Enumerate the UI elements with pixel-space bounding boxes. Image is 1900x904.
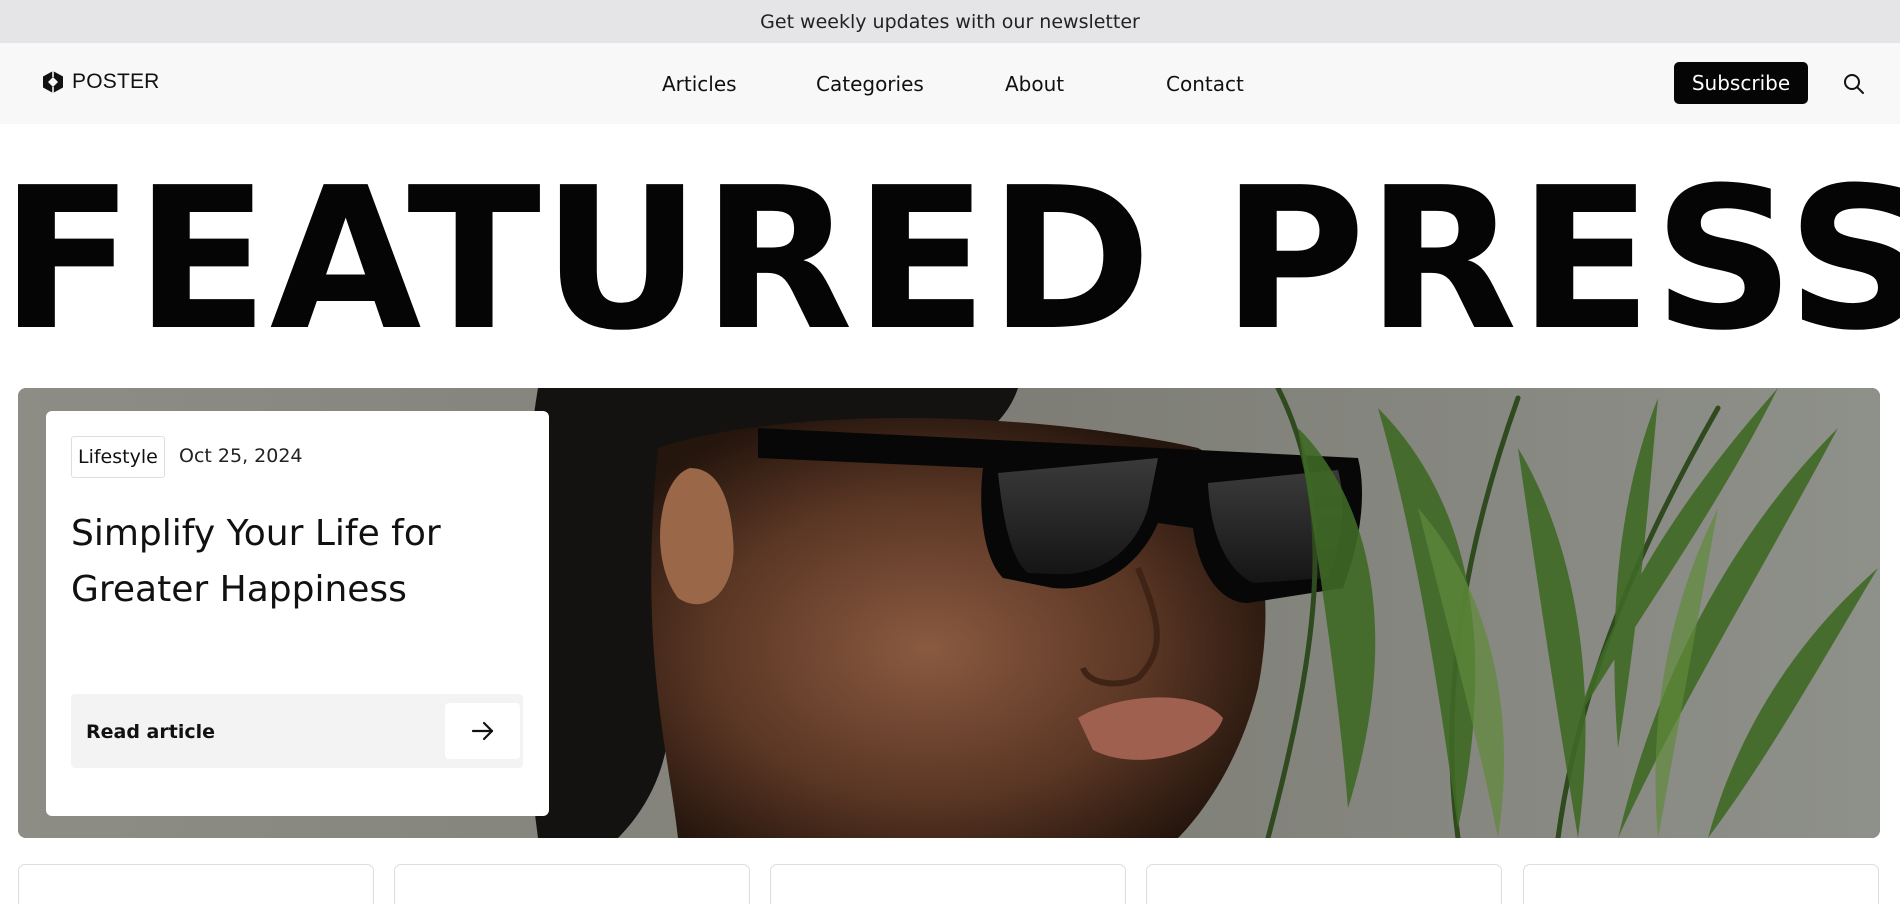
featured-heading: FEATURED PRESS <box>0 146 1900 374</box>
arrow-right-icon <box>471 721 493 741</box>
main-navbar: POSTER Articles Categories About Contact… <box>0 43 1900 124</box>
brand-name: POSTER <box>72 70 160 93</box>
article-date: Oct 25, 2024 <box>179 445 303 467</box>
newsletter-text[interactable]: Get weekly updates with our newsletter <box>760 11 1140 33</box>
article-title[interactable]: Simplify Your Life for Greater Happiness <box>71 506 511 618</box>
brand-logo[interactable]: POSTER <box>42 70 160 94</box>
category-tag[interactable]: Lifestyle <box>71 436 165 478</box>
nav-about[interactable]: About <box>1005 72 1064 96</box>
article-card-1[interactable] <box>18 864 374 904</box>
nav-contact[interactable]: Contact <box>1166 72 1244 96</box>
read-article-label: Read article <box>86 721 216 743</box>
subscribe-button[interactable]: Subscribe <box>1674 62 1808 104</box>
article-card-3[interactable] <box>770 864 1126 904</box>
primary-nav: Articles Categories About Contact <box>0 43 1900 124</box>
newsletter-bar[interactable]: Get weekly updates with our newsletter <box>0 0 1900 43</box>
read-article-button[interactable]: Read article <box>71 694 523 768</box>
nav-articles[interactable]: Articles <box>662 72 737 96</box>
article-card-4[interactable] <box>1146 864 1502 904</box>
article-card-5[interactable] <box>1523 864 1879 904</box>
nav-categories[interactable]: Categories <box>816 72 924 96</box>
read-article-arrow[interactable] <box>445 703 520 759</box>
hexagon-logo-icon <box>43 71 63 93</box>
featured-article-card: Lifestyle Oct 25, 2024 Simplify Your Lif… <box>46 411 549 816</box>
article-card-2[interactable] <box>394 864 750 904</box>
search-icon <box>1844 74 1864 94</box>
search-button[interactable] <box>1842 72 1866 96</box>
